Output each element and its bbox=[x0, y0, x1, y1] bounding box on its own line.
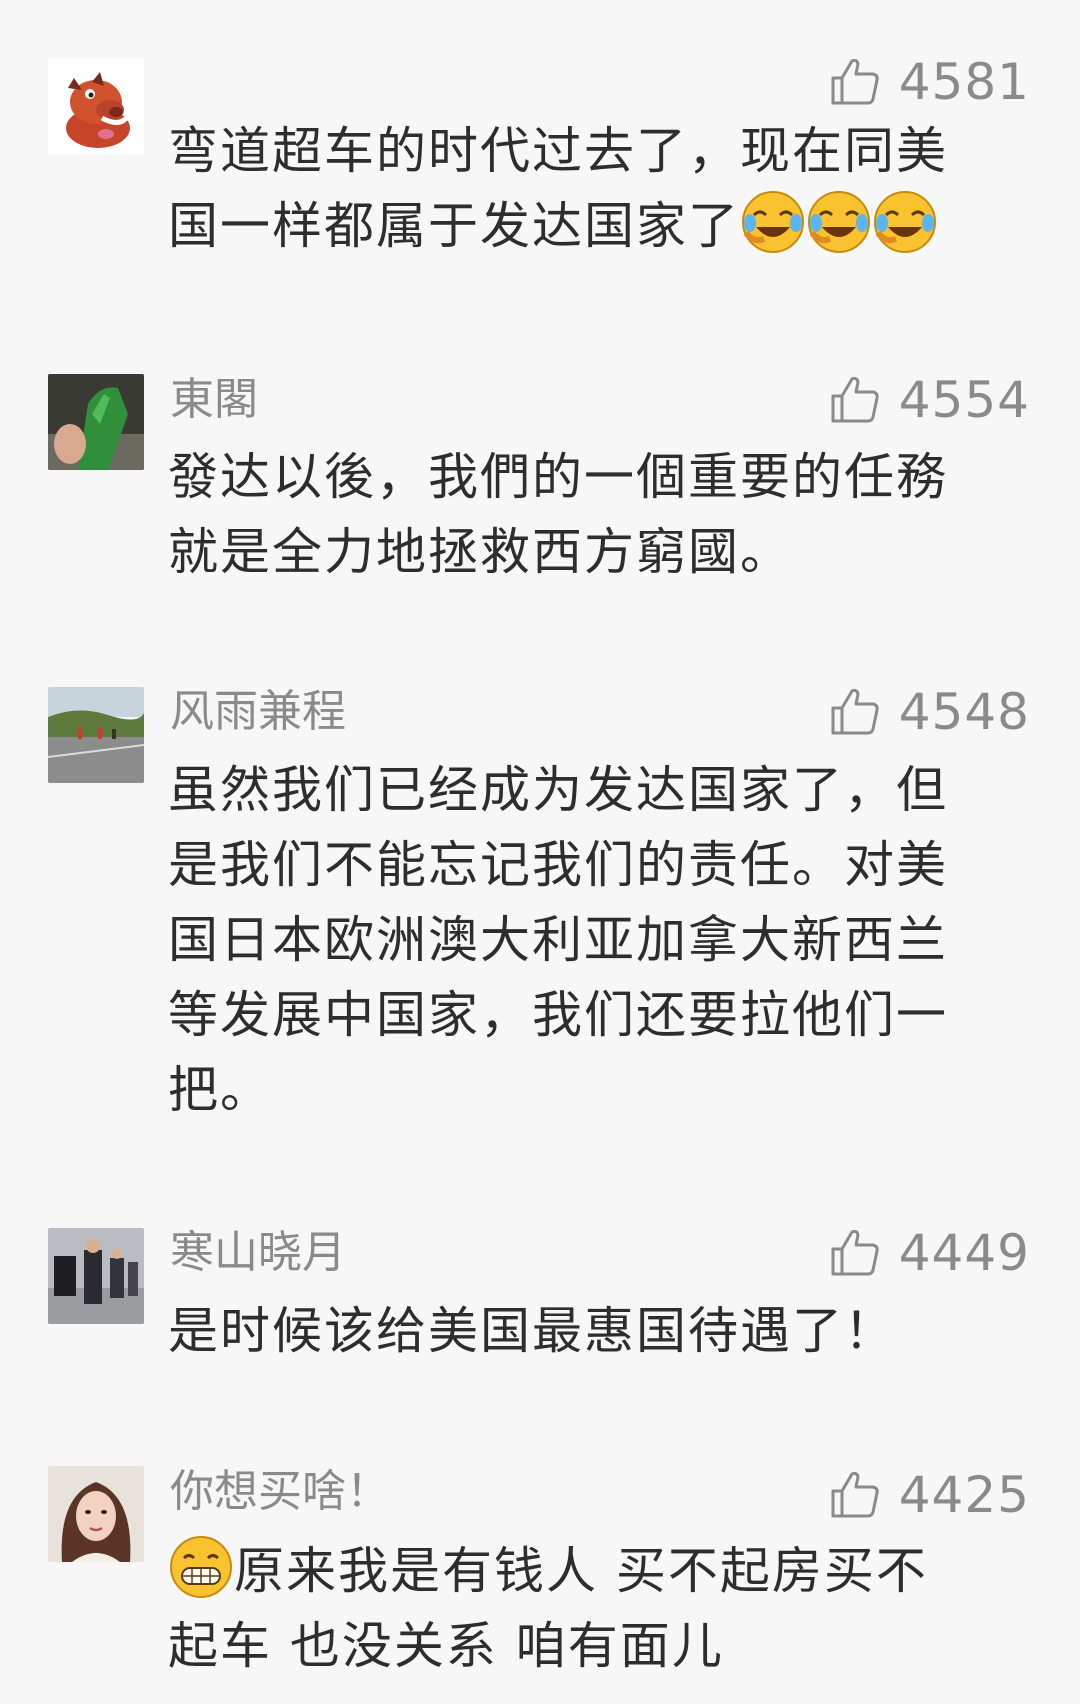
thumbs-up-icon bbox=[831, 1229, 879, 1276]
username[interactable]: 风雨兼程 bbox=[170, 682, 346, 742]
like-button[interactable]: 4548 bbox=[829, 682, 1030, 742]
comment-line-with-emoji: 原来我是有钱人 买不起房买不 bbox=[168, 1534, 1018, 1609]
like-count: 4581 bbox=[898, 53, 1030, 111]
like-button[interactable]: 4554 bbox=[829, 370, 1030, 430]
comment-line: 就是全力地拯救西方窮國。 bbox=[168, 523, 792, 581]
username[interactable]: 寒山晓月 bbox=[170, 1223, 346, 1283]
avatar[interactable] bbox=[48, 1228, 144, 1324]
comment-line: 起车 也没关系 咱有面儿 bbox=[168, 1617, 724, 1675]
avatar[interactable] bbox=[48, 687, 144, 783]
like-button[interactable]: 4581 bbox=[829, 52, 1030, 112]
like-count: 4548 bbox=[898, 683, 1030, 741]
grin-emoji-icon bbox=[168, 1534, 234, 1600]
people-walking-avatar-icon bbox=[48, 1228, 144, 1324]
woman-portrait-avatar-icon bbox=[48, 1466, 144, 1562]
avatar[interactable] bbox=[48, 374, 144, 470]
comment-text: 虽然我们已经成为发达国家了，但 是我们不能忘记我们的责任。对美 国日本欧洲澳大利… bbox=[168, 753, 1018, 1128]
road-landscape-avatar-icon bbox=[48, 687, 144, 783]
avatar[interactable] bbox=[48, 58, 144, 154]
comment-line: 是时候该给美国最惠国待遇了！ bbox=[168, 1302, 896, 1360]
like-button[interactable]: 4425 bbox=[829, 1465, 1030, 1525]
like-count: 4449 bbox=[898, 1224, 1030, 1282]
comment-text: 原来我是有钱人 买不起房买不 起车 也没关系 咱有面儿 bbox=[168, 1534, 1018, 1684]
thumbs-up-icon bbox=[831, 688, 879, 735]
username[interactable]: 東閣 bbox=[170, 370, 258, 430]
comment-line: 弯道超车的时代过去了，现在同美 bbox=[168, 122, 948, 180]
laugh-cry-emoji-icon bbox=[806, 189, 872, 255]
like-count: 4554 bbox=[898, 371, 1030, 429]
thumbs-up-icon bbox=[831, 1471, 879, 1518]
comment-line: 虽然我们已经成为发达国家了，但 bbox=[168, 761, 948, 819]
laugh-cry-emoji-icon bbox=[740, 189, 806, 255]
comment-line-with-emojis: 国一样都属于发达国家了 bbox=[168, 189, 1018, 264]
thumbs-up-icon bbox=[831, 58, 879, 105]
green-bottle-avatar-icon bbox=[48, 374, 144, 470]
laugh-cry-emoji-icon bbox=[872, 189, 938, 255]
username[interactable]: 你想买啥！ bbox=[170, 1462, 390, 1522]
comment-text: 是时候该给美国最惠国待遇了！ bbox=[168, 1294, 1018, 1369]
comment-line: 發达以後，我們的一個重要的任務 bbox=[168, 448, 948, 506]
like-count: 4425 bbox=[898, 1466, 1030, 1524]
comment-line: 把。 bbox=[168, 1061, 272, 1119]
warthog-avatar-icon bbox=[48, 58, 144, 154]
comment-line: 等发展中国家，我们还要拉他们一 bbox=[168, 986, 948, 1044]
comment-line: 是我们不能忘记我们的责任。对美 bbox=[168, 836, 948, 894]
like-button[interactable]: 4449 bbox=[829, 1223, 1030, 1283]
comment-text: 弯道超车的时代过去了，现在同美 国一样都属于发达国家了 bbox=[168, 114, 1018, 264]
comment-line: 国一样都属于发达国家了 bbox=[168, 197, 740, 255]
avatar[interactable] bbox=[48, 1466, 144, 1562]
comment-text: 發达以後，我們的一個重要的任務 就是全力地拯救西方窮國。 bbox=[168, 440, 1018, 590]
comment-line: 原来我是有钱人 买不起房买不 bbox=[234, 1542, 928, 1600]
thumbs-up-icon bbox=[831, 376, 879, 423]
comment-line: 国日本欧洲澳大利亚加拿大新西兰 bbox=[168, 911, 948, 969]
